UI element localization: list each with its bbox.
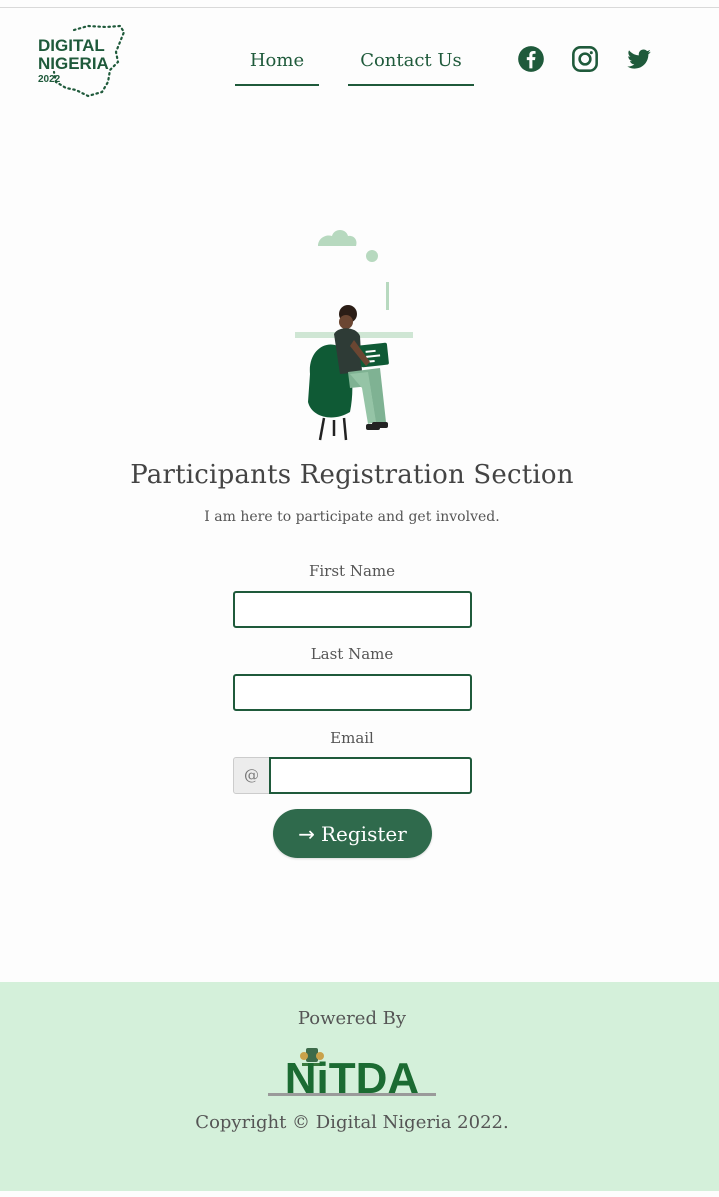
- email-field[interactable]: [269, 757, 472, 794]
- copyright-text: Copyright © Digital Nigeria 2022.: [195, 1112, 509, 1133]
- email-label: Email: [330, 729, 374, 747]
- twitter-icon[interactable]: [625, 45, 653, 73]
- arrow-right-icon: →: [298, 821, 315, 846]
- participant-illustration: [295, 230, 413, 441]
- email-at-prefix: @: [233, 757, 270, 794]
- footer: Powered By NiTDA Copyright © Digital Nig…: [0, 982, 719, 1191]
- nav-home-link[interactable]: Home: [235, 44, 319, 86]
- nitda-logo[interactable]: NiTDA: [266, 1046, 438, 1098]
- first-name-label: First Name: [308, 562, 396, 580]
- last-name-label: Last Name: [310, 645, 394, 663]
- register-button[interactable]: → Register: [273, 809, 432, 858]
- page-title: Participants Registration Section: [130, 460, 574, 490]
- nav-contact-link[interactable]: Contact Us: [348, 44, 474, 86]
- instagram-icon[interactable]: [571, 45, 599, 73]
- svg-text:NIGERIA: NIGERIA: [38, 54, 109, 73]
- svg-text:2022: 2022: [38, 74, 61, 85]
- nitda-logo-text: NiTDA: [285, 1054, 419, 1098]
- facebook-icon[interactable]: [517, 45, 545, 73]
- first-name-field[interactable]: [233, 591, 472, 628]
- page-subtitle: I am here to participate and get involve…: [204, 509, 500, 525]
- register-button-label: Register: [320, 821, 407, 846]
- powered-by-text: Powered By: [297, 1008, 407, 1029]
- top-divider: [0, 7, 719, 8]
- svg-text:DIGITAL: DIGITAL: [38, 36, 105, 55]
- last-name-field[interactable]: [233, 674, 472, 711]
- digital-nigeria-logo[interactable]: DIGITAL NIGERIA 2022: [36, 24, 128, 98]
